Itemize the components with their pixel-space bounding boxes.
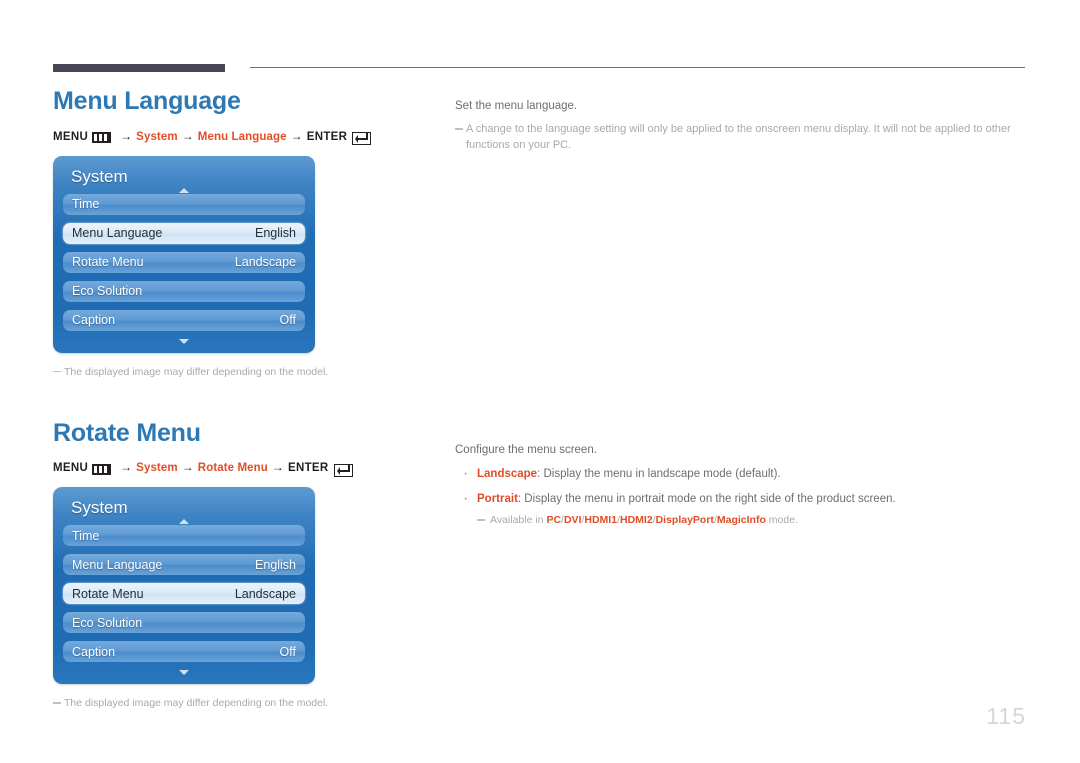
- page-title-rotate-menu: Rotate Menu: [53, 418, 201, 447]
- mode-name: DVI: [563, 514, 582, 527]
- osd-note-rotate-menu: The displayed image may differ depending…: [53, 696, 433, 711]
- caret-down-icon[interactable]: [179, 338, 189, 344]
- osd-row-menu-language[interactable]: Menu Language English: [63, 222, 305, 244]
- breadcrumb-rotate-menu: MENU → System → Rotate Menu → ENTER: [53, 460, 433, 477]
- left-column: Menu Language MENU → System → Menu Langu…: [53, 87, 433, 712]
- menu-icon: [92, 463, 112, 475]
- osd-header: System: [63, 495, 305, 525]
- breadcrumb-arrow-1: →: [120, 128, 133, 143]
- breadcrumb-enter-label: ENTER: [288, 462, 329, 475]
- page-number: 115: [986, 703, 1026, 729]
- available-modes-list: PC/DVI/HDMI1/HDMI2/DisplayPort/MagicInfo: [546, 514, 765, 526]
- list-item: Landscape: Display the menu in landscape…: [455, 462, 1030, 485]
- breadcrumb-crumb-system[interactable]: System: [136, 131, 178, 143]
- mode-name: DisplayPort: [655, 514, 714, 527]
- available-prefix: Available in: [490, 514, 547, 527]
- breadcrumb-arrow-3: →: [290, 128, 303, 143]
- enter-return-icon: [352, 132, 372, 145]
- osd-row-label: Menu Language: [72, 226, 163, 240]
- osd-row-label: Caption: [72, 313, 116, 327]
- description-rotate-menu: Configure the menu screen. Landscape: Di…: [455, 442, 1030, 528]
- mode-name: PC: [546, 514, 562, 527]
- osd-row-label: Eco Solution: [72, 284, 143, 298]
- breadcrumb-menu-label: MENU: [53, 462, 89, 475]
- osd-row-time[interactable]: Time: [63, 525, 305, 547]
- bullet-text: : Display the menu in portrait mode on t…: [517, 492, 896, 505]
- osd-panel-menu-language: System Time Menu Language English Rotate…: [53, 155, 315, 353]
- osd-header: System: [63, 164, 305, 194]
- osd-row-caption[interactable]: Caption Off: [63, 309, 305, 331]
- caret-up-icon[interactable]: [179, 187, 189, 193]
- osd-row-value: English: [255, 226, 296, 240]
- page-title-menu-language: Menu Language: [53, 87, 241, 115]
- menu-icon: [92, 132, 112, 143]
- osd-row-label: Rotate Menu: [72, 255, 144, 269]
- osd-row-eco-solution[interactable]: Eco Solution: [63, 612, 305, 634]
- description-lead: Configure the menu screen.: [455, 443, 597, 456]
- bullet-text: : Display the menu in landscape mode (de…: [537, 468, 781, 481]
- breadcrumb-crumb-rotate-menu[interactable]: Rotate Menu: [198, 462, 268, 474]
- osd-title: System: [71, 498, 128, 518]
- header-rule-thin: [250, 67, 1025, 68]
- osd-row-label: Time: [72, 528, 100, 543]
- osd-row-value: Landscape: [234, 255, 296, 269]
- return-arrow-glyph: [355, 133, 369, 143]
- bullet-keyword-landscape: Landscape: [477, 468, 538, 481]
- osd-row-label: Menu Language: [72, 557, 163, 572]
- enter-return-icon: [333, 463, 353, 477]
- caret-down-icon[interactable]: [179, 670, 189, 676]
- osd-row-caption[interactable]: Caption Off: [63, 641, 305, 663]
- breadcrumb-crumb-menu-language[interactable]: Menu Language: [198, 131, 287, 143]
- osd-row-label: Time: [72, 197, 100, 211]
- osd-title: System: [71, 166, 128, 186]
- available-modes-note: Available in PC/DVI/HDMI1/HDMI2/DisplayP…: [477, 513, 1030, 528]
- osd-row-label: Eco Solution: [72, 615, 143, 630]
- mode-name: HDMI1: [584, 514, 618, 527]
- breadcrumb-arrow-2: →: [181, 128, 194, 143]
- osd-row-time[interactable]: Time: [63, 193, 305, 215]
- breadcrumb-menu-language: MENU → System → Menu Language → ENTER: [53, 128, 433, 145]
- mode-name: MagicInfo: [716, 514, 766, 527]
- osd-row-rotate-menu[interactable]: Rotate Menu Landscape: [63, 251, 305, 273]
- breadcrumb-enter-label: ENTER: [306, 130, 348, 143]
- return-arrow-glyph: [336, 464, 350, 475]
- mode-name: HDMI2: [619, 514, 653, 527]
- osd-row-menu-language[interactable]: Menu Language English: [63, 554, 305, 576]
- section-menu-language: Menu Language MENU → System → Menu Langu…: [53, 87, 433, 380]
- description-note: A change to the language setting will on…: [455, 122, 1030, 154]
- available-suffix: mode.: [765, 514, 798, 527]
- list-item: Portrait: Display the menu in portrait m…: [455, 487, 1030, 528]
- breadcrumb-arrow-1: →: [120, 460, 133, 475]
- osd-row-value: Landscape: [234, 586, 296, 601]
- osd-panel-rotate-menu: System Time Menu Language English Rotate…: [53, 487, 315, 685]
- osd-row-eco-solution[interactable]: Eco Solution: [63, 280, 305, 302]
- osd-row-value: English: [255, 557, 296, 572]
- osd-note-menu-language: The displayed image may differ depending…: [53, 365, 433, 380]
- description-bullet-list: Landscape: Display the menu in landscape…: [455, 462, 1030, 528]
- right-column: Set the menu language. A change to the l…: [455, 98, 1030, 536]
- osd-row-value: Off: [279, 644, 296, 659]
- header-rule-thick: [53, 64, 225, 72]
- osd-row-value: Off: [279, 313, 296, 327]
- bullet-keyword-portrait: Portrait: [477, 492, 518, 505]
- breadcrumb-menu-label: MENU: [53, 130, 89, 143]
- breadcrumb-crumb-system[interactable]: System: [136, 462, 178, 474]
- breadcrumb-arrow-3: →: [271, 460, 285, 475]
- caret-up-icon[interactable]: [179, 519, 189, 525]
- osd-row-label: Rotate Menu: [72, 586, 144, 601]
- osd-row-label: Caption: [72, 644, 116, 659]
- section-rotate-menu: Rotate Menu MENU → System → Rotate Menu …: [53, 418, 433, 712]
- breadcrumb-arrow-2: →: [181, 460, 194, 475]
- description-menu-language: Set the menu language. A change to the l…: [455, 98, 1030, 154]
- description-lead: Set the menu language.: [455, 100, 578, 112]
- osd-row-rotate-menu[interactable]: Rotate Menu Landscape: [63, 583, 305, 605]
